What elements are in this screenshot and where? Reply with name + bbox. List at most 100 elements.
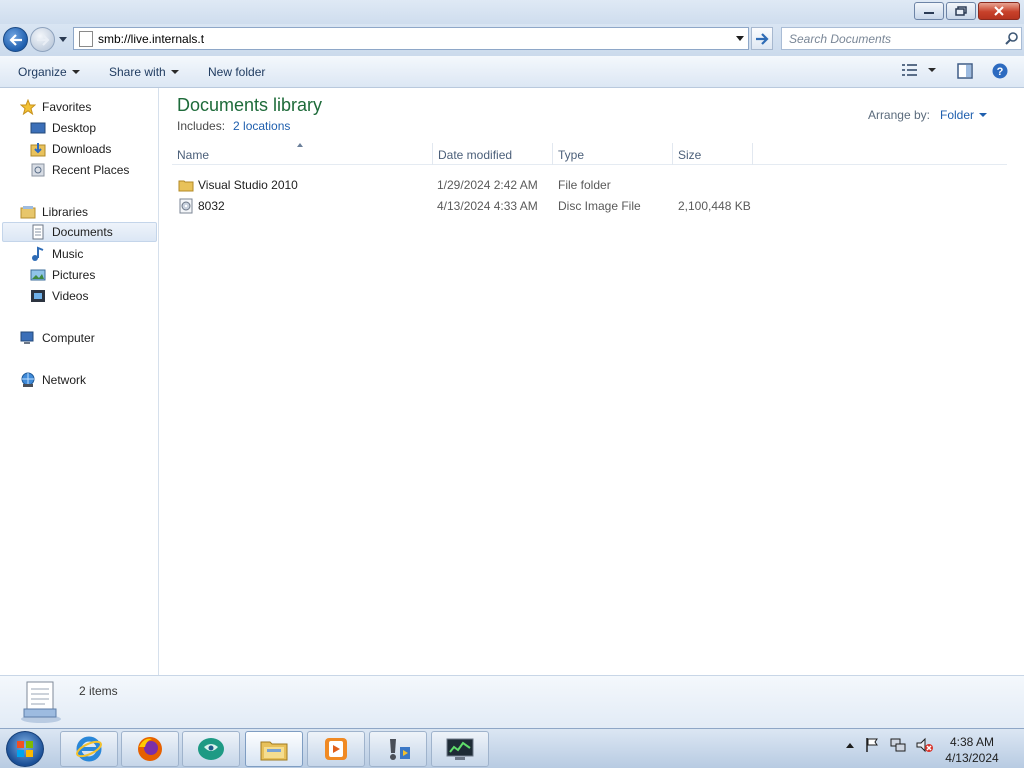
command-bar: Organize Share with New folder ? bbox=[0, 56, 1024, 88]
nav-item-pictures[interactable]: Pictures bbox=[30, 265, 95, 285]
help-icon: ? bbox=[992, 63, 1008, 79]
navigation-bar bbox=[0, 24, 1024, 56]
navigation-pane: Favorites Desktop Downloads Recent Place… bbox=[0, 88, 159, 675]
recent-places-icon bbox=[30, 162, 46, 178]
forward-button[interactable] bbox=[30, 27, 55, 52]
libraries-icon bbox=[20, 204, 36, 220]
nav-computer-label: Computer bbox=[42, 331, 95, 345]
preview-pane-button[interactable] bbox=[957, 63, 973, 79]
chevron-down-icon bbox=[736, 36, 744, 41]
share-with-button[interactable]: Share with bbox=[109, 65, 179, 79]
search-box[interactable] bbox=[781, 27, 1022, 50]
network-icon bbox=[20, 372, 36, 388]
explorer-icon bbox=[260, 741, 288, 761]
arrange-by-value: Folder bbox=[939, 108, 974, 122]
address-input[interactable] bbox=[98, 29, 732, 48]
column-divider[interactable] bbox=[432, 143, 433, 165]
nav-item-documents[interactable]: Documents bbox=[2, 222, 157, 242]
nav-libraries[interactable]: Libraries bbox=[20, 202, 88, 222]
system-clock[interactable]: 4:38 AM 4/13/2024 bbox=[932, 734, 1012, 766]
nav-item-music[interactable]: Music bbox=[30, 244, 83, 264]
start-button[interactable] bbox=[6, 731, 44, 767]
svg-text:?: ? bbox=[997, 66, 1004, 78]
taskbar-monitor[interactable] bbox=[431, 731, 489, 767]
downloads-icon bbox=[30, 141, 46, 157]
organize-button[interactable]: Organize bbox=[18, 65, 80, 79]
file-type: Disc Image File bbox=[558, 199, 641, 213]
nav-item-downloads[interactable]: Downloads bbox=[30, 139, 111, 159]
forward-arrow-icon bbox=[36, 33, 49, 46]
window-controls bbox=[914, 2, 1020, 20]
address-bar[interactable] bbox=[73, 27, 749, 50]
pictures-icon bbox=[30, 267, 46, 283]
restore-icon bbox=[955, 6, 967, 16]
recent-pages-button[interactable] bbox=[57, 33, 69, 45]
star-icon bbox=[19, 98, 37, 116]
go-button[interactable] bbox=[751, 27, 773, 50]
close-icon bbox=[994, 6, 1004, 16]
search-icon[interactable] bbox=[1001, 32, 1021, 45]
help-button[interactable]: ? bbox=[992, 63, 1008, 79]
nav-item-desktop[interactable]: Desktop bbox=[30, 118, 96, 138]
tool-icon bbox=[390, 739, 410, 760]
taskbar: 4:38 AM 4/13/2024 bbox=[0, 728, 1024, 768]
minimize-button[interactable] bbox=[914, 2, 944, 20]
internet-explorer-icon bbox=[76, 736, 102, 762]
chevron-down-icon bbox=[71, 70, 80, 74]
nav-item-videos[interactable]: Videos bbox=[30, 286, 88, 306]
column-divider[interactable] bbox=[752, 143, 753, 165]
taskbar-media-player[interactable] bbox=[307, 731, 365, 767]
taskbar-internet-explorer[interactable] bbox=[60, 731, 118, 767]
nav-computer[interactable]: Computer bbox=[20, 328, 95, 348]
windows-logo-icon bbox=[17, 741, 33, 757]
details-pane: 2 items bbox=[0, 675, 1024, 728]
view-options-button[interactable] bbox=[902, 63, 936, 77]
nav-item-recent-places[interactable]: Recent Places bbox=[30, 160, 129, 180]
arrange-by-dropdown[interactable]: Folder bbox=[940, 108, 987, 122]
search-input[interactable] bbox=[789, 31, 1001, 46]
file-row[interactable]: Visual Studio 2010 1/29/2024 2:42 AM Fil… bbox=[177, 175, 757, 195]
firefox-icon bbox=[138, 737, 162, 761]
library-includes: Includes: 2 locations bbox=[177, 119, 290, 133]
taskbar-explorer[interactable] bbox=[245, 731, 303, 767]
documents-icon bbox=[30, 224, 46, 240]
new-folder-button[interactable]: New folder bbox=[208, 65, 265, 79]
file-date: 1/29/2024 2:42 AM bbox=[437, 178, 538, 192]
system-tray bbox=[846, 737, 934, 753]
back-arrow-icon bbox=[8, 33, 22, 46]
show-hidden-icons-icon[interactable] bbox=[846, 742, 854, 748]
taskbar-app[interactable] bbox=[182, 731, 240, 767]
nav-item-videos-label: Videos bbox=[52, 289, 89, 303]
nav-network[interactable]: Network bbox=[20, 370, 86, 390]
column-divider[interactable] bbox=[552, 143, 553, 165]
network-status-icon[interactable] bbox=[890, 737, 906, 753]
taskbar-firefox[interactable] bbox=[121, 731, 179, 767]
column-date-modified[interactable]: Date modified bbox=[438, 148, 512, 162]
nav-favorites[interactable]: Favorites bbox=[19, 97, 92, 117]
close-button[interactable] bbox=[978, 2, 1020, 20]
column-type[interactable]: Type bbox=[558, 148, 584, 162]
action-center-flag-icon[interactable] bbox=[864, 737, 880, 753]
address-dropdown-button[interactable] bbox=[732, 28, 748, 49]
library-document-icon bbox=[18, 679, 64, 728]
nav-favorites-label: Favorites bbox=[42, 100, 92, 114]
clock-date: 4/13/2024 bbox=[945, 751, 999, 765]
nav-item-music-label: Music bbox=[52, 247, 84, 261]
restore-button[interactable] bbox=[946, 2, 976, 20]
arrange-by: Arrange by: Folder bbox=[868, 108, 987, 122]
sort-ascending-icon bbox=[297, 143, 303, 147]
column-divider[interactable] bbox=[672, 143, 673, 165]
file-type: File folder bbox=[558, 178, 611, 192]
file-row[interactable]: 8032 4/13/2024 4:33 AM Disc Image File 2… bbox=[177, 196, 757, 216]
nav-item-pictures-label: Pictures bbox=[52, 268, 96, 282]
library-locations-link[interactable]: 2 locations bbox=[233, 119, 290, 133]
column-name[interactable]: Name bbox=[177, 148, 209, 162]
column-size[interactable]: Size bbox=[678, 148, 701, 162]
back-button[interactable] bbox=[3, 27, 28, 52]
desktop-icon bbox=[30, 120, 46, 136]
item-count: 2 items bbox=[79, 684, 118, 698]
taskbar-tool[interactable] bbox=[369, 731, 427, 767]
nav-network-label: Network bbox=[42, 373, 87, 387]
file-size: 2,100,448 KB bbox=[678, 199, 751, 213]
view-list-icon bbox=[902, 64, 917, 76]
